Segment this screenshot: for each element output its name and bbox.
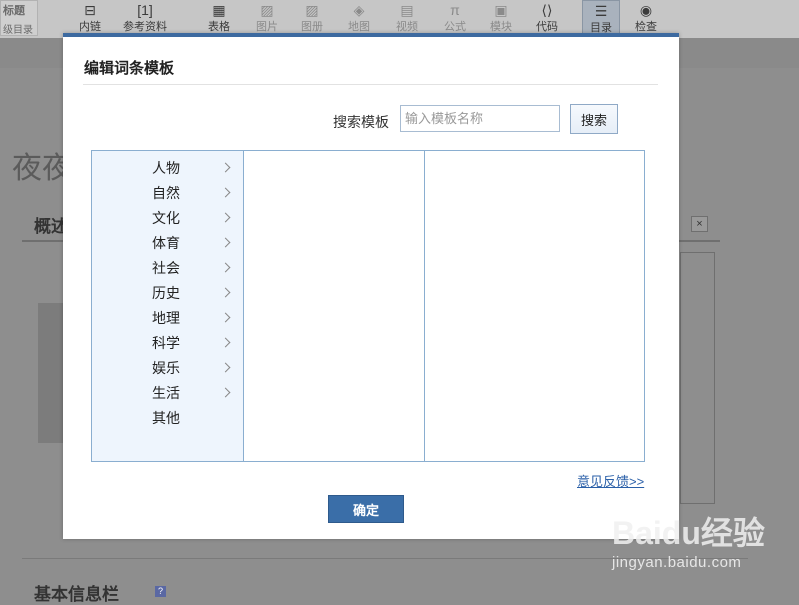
category-item[interactable]: 地理: [92, 306, 243, 331]
category-label: 人物: [152, 160, 180, 176]
toolbar-button-formula[interactable]: π 公式: [436, 0, 474, 36]
category-item[interactable]: 其他: [92, 406, 243, 431]
category-item[interactable]: 娱乐: [92, 356, 243, 381]
formula-icon: π: [450, 2, 460, 18]
dialog-divider: [83, 84, 658, 85]
template-browser: 人物自然文化体育社会历史地理科学娱乐生活其他: [91, 150, 645, 462]
heading-tool[interactable]: 标题 级目录: [0, 0, 38, 36]
toolbar-button-image[interactable]: ▨ 图片: [248, 0, 286, 36]
chevron-right-icon: [220, 287, 231, 298]
category-item[interactable]: 人物: [92, 156, 243, 181]
map-icon: ◈: [353, 2, 365, 18]
category-item[interactable]: 历史: [92, 281, 243, 306]
category-label: 娱乐: [152, 360, 180, 376]
toc-icon: ☰: [594, 3, 608, 19]
toolbar-button-label: 公式: [444, 21, 466, 33]
category-item[interactable]: 体育: [92, 231, 243, 256]
section-close-icon[interactable]: ×: [691, 216, 708, 232]
category-label: 其他: [152, 410, 180, 426]
toolbar-button-label: 图册: [301, 21, 323, 33]
summary-box: [680, 252, 715, 504]
category-label: 地理: [152, 310, 180, 326]
category-label: 历史: [152, 285, 180, 301]
module-icon: ▣: [494, 2, 508, 18]
video-icon: ▤: [400, 2, 414, 18]
toolbar-button-label: 模块: [490, 21, 512, 33]
reference-icon: [1]: [137, 2, 153, 18]
search-label: 搜索模板: [333, 114, 389, 130]
toolbar-button-reference[interactable]: [1] 参考资料: [118, 0, 172, 36]
category-list: 人物自然文化体育社会历史地理科学娱乐生活其他: [92, 151, 244, 461]
category-item[interactable]: 社会: [92, 256, 243, 281]
category-label: 体育: [152, 235, 180, 251]
table-icon: ▦: [212, 2, 226, 18]
image-icon: ▨: [260, 2, 274, 18]
toolbar-button-label: 图片: [256, 21, 278, 33]
search-button[interactable]: 搜索: [570, 104, 618, 134]
help-icon[interactable]: ?: [155, 586, 166, 597]
toolbar-button-module[interactable]: ▣ 模块: [482, 0, 520, 36]
heading-tool-label: 标题: [3, 5, 25, 17]
chevron-right-icon: [220, 262, 231, 273]
category-label: 社会: [152, 260, 180, 276]
toolbar-button-label: 表格: [208, 21, 230, 33]
toolbar-button-code[interactable]: ⟨⟩ 代码: [528, 0, 566, 36]
category-item[interactable]: 生活: [92, 381, 243, 406]
chevron-right-icon: [220, 162, 231, 173]
template-dialog: 编辑词条模板 搜索模板 搜索 人物自然文化体育社会历史地理科学娱乐生活其他 意见…: [63, 33, 679, 539]
toolbar-button-label: 代码: [536, 21, 558, 33]
feedback-link[interactable]: 意见反馈>>: [577, 471, 644, 490]
toolbar-button-label: 内链: [79, 21, 101, 33]
basic-info-title: 基本信息栏: [34, 585, 119, 604]
toolbar-button-video[interactable]: ▤ 视频: [388, 0, 426, 36]
chevron-right-icon: [220, 187, 231, 198]
category-item[interactable]: 自然: [92, 181, 243, 206]
toolbar-button-check[interactable]: ◉ 检查: [626, 0, 666, 36]
toolbar-button-label: 视频: [396, 21, 418, 33]
chevron-right-icon: [220, 362, 231, 373]
chevron-right-icon: [220, 337, 231, 348]
chevron-right-icon: [220, 312, 231, 323]
chevron-right-icon: [220, 387, 231, 398]
toolbar-button-label: 检查: [635, 21, 657, 33]
watermark-brand: Baidu经验: [612, 515, 765, 551]
watermark-url: jingyan.baidu.com: [612, 554, 742, 571]
toolbar-button-link[interactable]: ⊟ 内链: [72, 0, 108, 36]
link-icon: ⊟: [84, 2, 96, 18]
category-item[interactable]: 科学: [92, 331, 243, 356]
toolbar-button-table[interactable]: ▦ 表格: [200, 0, 238, 36]
code-icon: ⟨⟩: [541, 2, 553, 18]
toolbar-button-toc[interactable]: ☰ 目录: [582, 0, 620, 36]
search-input[interactable]: [400, 105, 560, 132]
category-label: 文化: [152, 210, 180, 226]
subcategory-list: [243, 151, 425, 461]
confirm-button[interactable]: 确定: [328, 495, 404, 523]
toolbar-button-label: 地图: [348, 21, 370, 33]
toolbar-button-album[interactable]: ▨ 图册: [293, 0, 331, 36]
heading-tool-sublabel: 级目录: [3, 25, 33, 36]
chevron-right-icon: [220, 237, 231, 248]
category-item[interactable]: 文化: [92, 206, 243, 231]
category-label: 科学: [152, 335, 180, 351]
category-label: 生活: [152, 385, 180, 401]
album-icon: ▨: [305, 2, 319, 18]
toolbar-button-label: 参考资料: [123, 21, 167, 33]
check-icon: ◉: [639, 2, 653, 18]
image-placeholder: [38, 303, 66, 443]
toolbar-button-map[interactable]: ◈ 地图: [340, 0, 378, 36]
category-label: 自然: [152, 185, 180, 201]
chevron-right-icon: [220, 212, 231, 223]
dialog-title: 编辑词条模板: [84, 60, 175, 77]
